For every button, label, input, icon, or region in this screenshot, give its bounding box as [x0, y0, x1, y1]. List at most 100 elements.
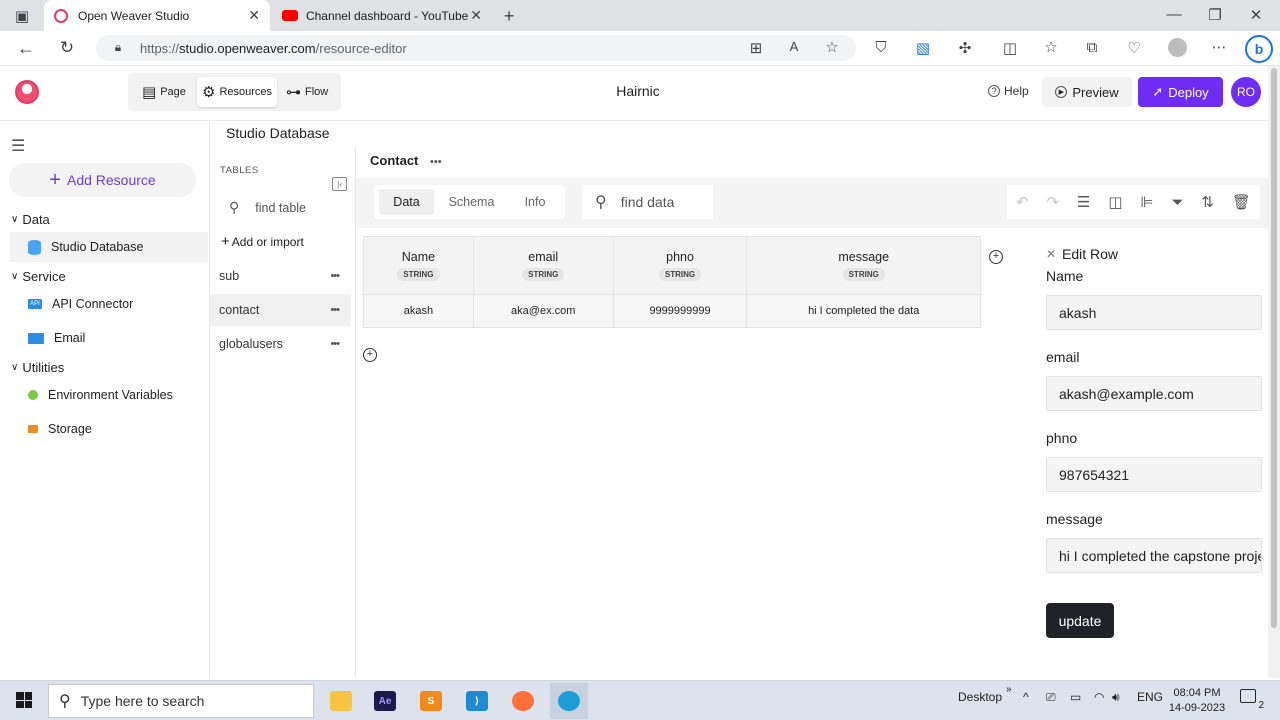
- tab-actions-icon[interactable]: ▣: [12, 7, 32, 25]
- section-service-toggle[interactable]: ∨ Service: [11, 269, 66, 284]
- sort-icon[interactable]: ⇅: [1201, 193, 1214, 211]
- meet-now-icon[interactable]: ⎚: [1046, 690, 1056, 705]
- table-row[interactable]: akash aka@ex.com 9999999999 hi I complet…: [363, 294, 981, 328]
- table-item-contact[interactable]: contact •••: [210, 294, 351, 326]
- tab-data[interactable]: Data: [379, 189, 434, 215]
- screen-share-icon[interactable]: ▧: [913, 39, 933, 57]
- file-explorer-app[interactable]: [322, 683, 360, 719]
- add-row-icon[interactable]: +: [363, 348, 377, 362]
- new-tab-icon[interactable]: +: [499, 6, 519, 27]
- phno-field[interactable]: 987654321: [1046, 457, 1262, 492]
- table-cell[interactable]: aka@ex.com: [472, 294, 614, 328]
- more-options-icon[interactable]: •••: [330, 270, 340, 282]
- show-hidden-icons-icon[interactable]: ^: [1023, 690, 1029, 704]
- sidebar-item-studio-database[interactable]: Studio Database: [10, 232, 208, 262]
- favorites-icon[interactable]: ☆: [1041, 38, 1061, 56]
- start-button[interactable]: [0, 680, 48, 720]
- notification-center-icon[interactable]: 2: [1240, 689, 1264, 711]
- bing-icon[interactable]: b: [1245, 35, 1273, 63]
- scrollbar-thumb[interactable]: [1271, 68, 1277, 628]
- table-more-options-icon[interactable]: •••: [430, 156, 442, 168]
- redo-icon[interactable]: ↷: [1046, 193, 1059, 211]
- back-icon[interactable]: ←: [16, 38, 36, 59]
- performance-icon[interactable]: ♡: [1124, 39, 1144, 57]
- table-item-sub[interactable]: sub •••: [210, 260, 351, 292]
- favorite-star-icon[interactable]: ☆: [822, 38, 842, 56]
- firefox-app[interactable]: [504, 683, 542, 719]
- read-aloud-icon[interactable]: A: [784, 39, 804, 54]
- table-item-globalusers[interactable]: globalusers •••: [210, 328, 351, 360]
- preview-button[interactable]: ▶ Preview: [1042, 77, 1132, 107]
- desktop-toolbar-label[interactable]: Desktop: [958, 690, 1002, 704]
- more-options-icon[interactable]: ⋯: [1209, 38, 1229, 56]
- lock-icon[interactable]: 🔒︎: [108, 40, 128, 55]
- volume-icon[interactable]: 🔊︎: [1112, 690, 1120, 705]
- extensions-icon[interactable]: ✣: [955, 39, 975, 57]
- update-button[interactable]: update: [1046, 603, 1114, 638]
- split-screen-icon[interactable]: ◫: [1000, 39, 1020, 57]
- table-cell[interactable]: akash: [363, 294, 474, 328]
- profile-avatar-icon[interactable]: [1168, 38, 1187, 57]
- message-field[interactable]: hi I completed the capstone project: [1046, 538, 1262, 573]
- user-avatar[interactable]: RO: [1231, 77, 1261, 107]
- row-height-icon[interactable]: ☰: [1077, 193, 1090, 211]
- edge-app[interactable]: [550, 683, 588, 719]
- vscode-app[interactable]: ⟩: [458, 683, 496, 719]
- column-header-name[interactable]: Name STRING: [363, 236, 474, 295]
- collections-icon[interactable]: ⧉: [1082, 39, 1102, 56]
- column-header-phno[interactable]: phno STRING: [612, 236, 748, 295]
- after-effects-app[interactable]: Ae: [366, 683, 404, 719]
- sidebar-item-email[interactable]: Email: [10, 323, 208, 353]
- apps-icon[interactable]: ⊞: [746, 39, 766, 57]
- taskbar-search-input[interactable]: ⚲ Type here to search: [48, 684, 314, 718]
- refresh-icon[interactable]: ↻: [57, 38, 77, 58]
- hamburger-menu-icon[interactable]: ☰: [11, 136, 25, 156]
- name-field[interactable]: akash: [1046, 295, 1262, 330]
- email-field[interactable]: akash@example.com: [1046, 376, 1262, 411]
- close-tab-icon[interactable]: ✕: [470, 7, 482, 24]
- close-edit-row-icon[interactable]: ✕: [1046, 247, 1056, 261]
- undo-icon[interactable]: ↶: [1016, 193, 1029, 211]
- delete-icon[interactable]: 🗑︎: [1232, 193, 1251, 211]
- group-icon[interactable]: ⊫: [1140, 193, 1153, 211]
- sidebar-item-environment-variables[interactable]: Environment Variables: [10, 380, 208, 410]
- window-close-icon[interactable]: ✕: [1246, 6, 1266, 24]
- wifi-icon[interactable]: ◠: [1094, 690, 1104, 704]
- add-or-import-button[interactable]: + Add or import: [221, 233, 304, 250]
- add-column-icon[interactable]: +: [989, 250, 1003, 264]
- maximize-icon[interactable]: ❐: [1205, 6, 1225, 24]
- url-field[interactable]: https://studio.openweaver.com/resource-e…: [96, 35, 856, 61]
- section-utilities-toggle[interactable]: ∨ Utilities: [11, 360, 64, 375]
- add-resource-button[interactable]: + Add Resource: [9, 163, 196, 197]
- sublime-text-app[interactable]: S: [412, 683, 450, 719]
- toolbar-expand-icon[interactable]: »: [1006, 684, 1012, 695]
- column-header-message[interactable]: message STRING: [746, 236, 981, 295]
- browser-tab-open-weaver[interactable]: Open Weaver Studio ✕: [44, 0, 270, 31]
- browser-tab-youtube[interactable]: Channel dashboard - YouTube St ✕: [272, 0, 492, 31]
- language-indicator[interactable]: ENG: [1137, 690, 1163, 704]
- mode-flow-button[interactable]: ⊶ Flow: [281, 77, 333, 107]
- open-weaver-logo-icon[interactable]: [15, 80, 39, 104]
- tab-info[interactable]: Info: [510, 189, 560, 215]
- find-data-input[interactable]: ⚲ find data: [582, 185, 713, 219]
- battery-icon[interactable]: ▭: [1070, 690, 1081, 704]
- mode-resources-button[interactable]: ⚙ Resources: [197, 77, 278, 107]
- deploy-button[interactable]: ➚ Deploy: [1138, 77, 1223, 107]
- sidebar-item-api-connector[interactable]: API API Connector: [10, 289, 208, 319]
- mode-page-button[interactable]: ▤ Page: [137, 77, 191, 107]
- shield-icon[interactable]: ⛉: [871, 39, 891, 56]
- sidebar-item-storage[interactable]: Storage: [10, 414, 208, 444]
- minimize-icon[interactable]: —: [1164, 6, 1184, 23]
- more-options-icon[interactable]: •••: [330, 304, 340, 316]
- close-tab-icon[interactable]: ✕: [248, 7, 260, 24]
- column-header-email[interactable]: email STRING: [472, 236, 614, 295]
- help-button[interactable]: ? Help: [988, 84, 1029, 98]
- table-cell[interactable]: 9999999999: [612, 294, 748, 328]
- more-options-icon[interactable]: •••: [330, 338, 340, 350]
- collapse-panel-icon[interactable]: |‹: [332, 177, 347, 191]
- filter-icon[interactable]: ⏷: [1171, 194, 1183, 211]
- section-data-toggle[interactable]: ∨ Data: [11, 212, 50, 227]
- tab-schema[interactable]: Schema: [440, 189, 503, 215]
- columns-icon[interactable]: ◫: [1108, 193, 1122, 211]
- system-clock[interactable]: 08:04 PM 14-09-2023: [1168, 686, 1226, 716]
